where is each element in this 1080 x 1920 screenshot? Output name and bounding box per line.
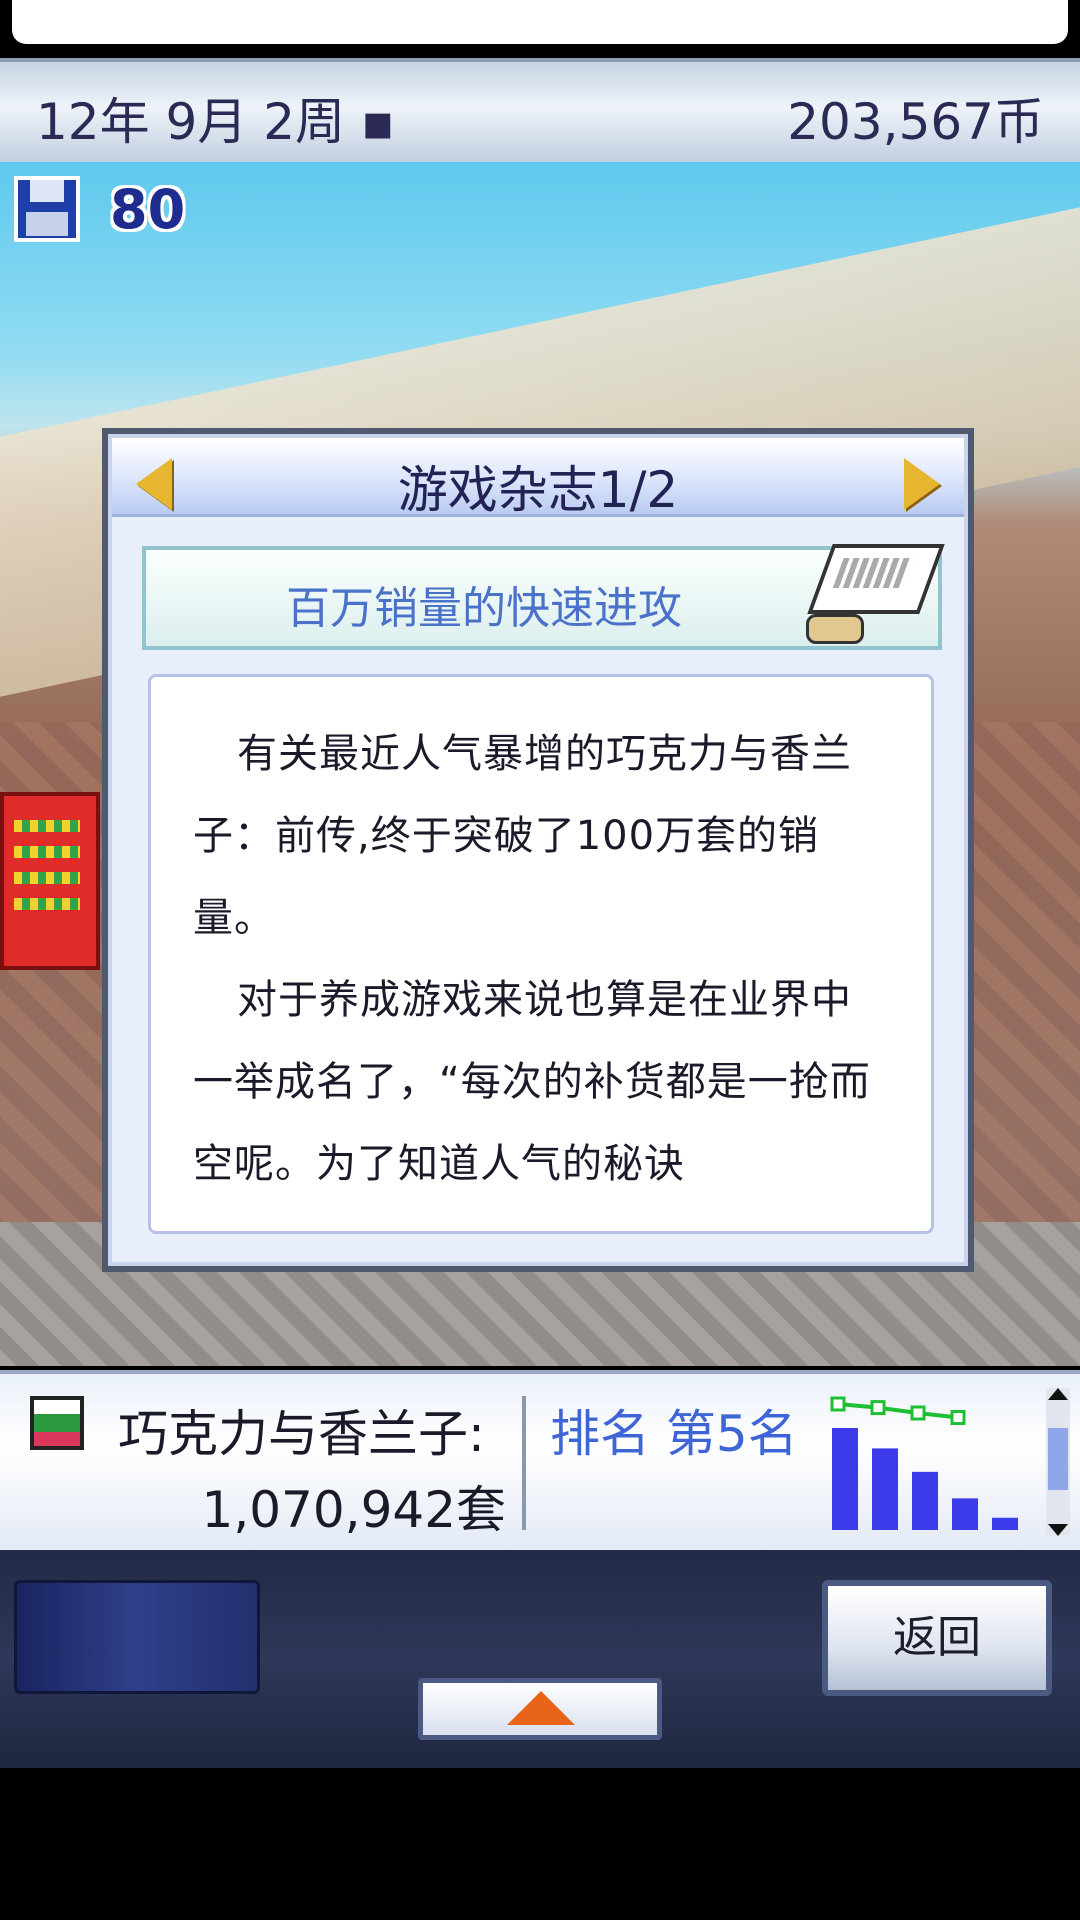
controller-icon bbox=[806, 614, 864, 644]
trend-line bbox=[837, 1402, 959, 1420]
scroll-thumb[interactable] bbox=[1048, 1428, 1068, 1490]
floppy-disk-icon[interactable] bbox=[14, 176, 80, 242]
top-info-bar: 12年 9月 2周 ▪ 203,567币 bbox=[0, 58, 1080, 166]
scroll-up-arrow-icon[interactable] bbox=[1048, 1388, 1068, 1400]
article-body: 有关最近人气暴增的巧克力与香兰子：前传,终于突破了100万套的销量。 对于养成游… bbox=[148, 674, 934, 1234]
panel-scrollbar[interactable] bbox=[1046, 1388, 1070, 1536]
dialog-title: 游戏杂志1/2 bbox=[397, 461, 679, 519]
panel-divider bbox=[522, 1396, 526, 1530]
game-sales: 1,070,942套 bbox=[201, 1481, 506, 1539]
trend-point bbox=[910, 1405, 926, 1421]
game-cartridge-icon bbox=[30, 1396, 84, 1450]
dialog-header: 游戏杂志1/2 bbox=[112, 438, 964, 519]
sales-info-panel: 巧克力与香兰子: 1,070,942套 排名 第5名 bbox=[0, 1370, 1080, 1554]
scroll-down-arrow-icon[interactable] bbox=[1048, 1524, 1068, 1536]
sales-bar bbox=[912, 1471, 938, 1530]
back-button[interactable]: 返回 bbox=[822, 1580, 1052, 1696]
save-count: 80 bbox=[110, 178, 186, 241]
next-page-arrow-icon[interactable] bbox=[904, 458, 940, 510]
article-headline: 百万销量的快速进攻 bbox=[286, 583, 682, 634]
article-paragraph: 对于养成游戏来说也算是在业界中一举成名了，“每次的补货都是一抢而空呢。为了知道人… bbox=[193, 977, 871, 1187]
sales-bar bbox=[832, 1428, 858, 1530]
trend-point bbox=[870, 1400, 886, 1416]
game-date: 12年 9月 2周 ▪ bbox=[36, 93, 395, 151]
trend-point bbox=[950, 1410, 966, 1425]
bottom-controls: 返回 bbox=[0, 1550, 1080, 1768]
article-headline-box: 百万销量的快速进攻 bbox=[142, 544, 945, 650]
sales-chart bbox=[830, 1396, 1018, 1530]
expand-up-button[interactable] bbox=[418, 1678, 662, 1740]
status-bar bbox=[12, 0, 1068, 44]
trend-point bbox=[830, 1396, 846, 1412]
menu-slot-button[interactable] bbox=[14, 1580, 260, 1694]
magazine-dialog: 游戏杂志1/2 百万销量的快速进攻 有关最近人气暴增的巧克力与香兰子：前传,终于… bbox=[102, 428, 974, 1272]
vending-machine bbox=[0, 792, 100, 970]
game-name: 巧克力与香兰子: bbox=[118, 1405, 485, 1463]
game-console-icon bbox=[807, 544, 945, 614]
sales-bar bbox=[952, 1498, 978, 1530]
money-display: 203,567币 bbox=[787, 93, 1044, 151]
sales-bar bbox=[992, 1517, 1018, 1530]
game-rank: 排名 第5名 bbox=[550, 1405, 798, 1463]
article-paragraph: 有关最近人气暴增的巧克力与香兰子：前传,终于突破了100万套的销量。 bbox=[193, 731, 852, 941]
sales-bar bbox=[872, 1448, 898, 1530]
